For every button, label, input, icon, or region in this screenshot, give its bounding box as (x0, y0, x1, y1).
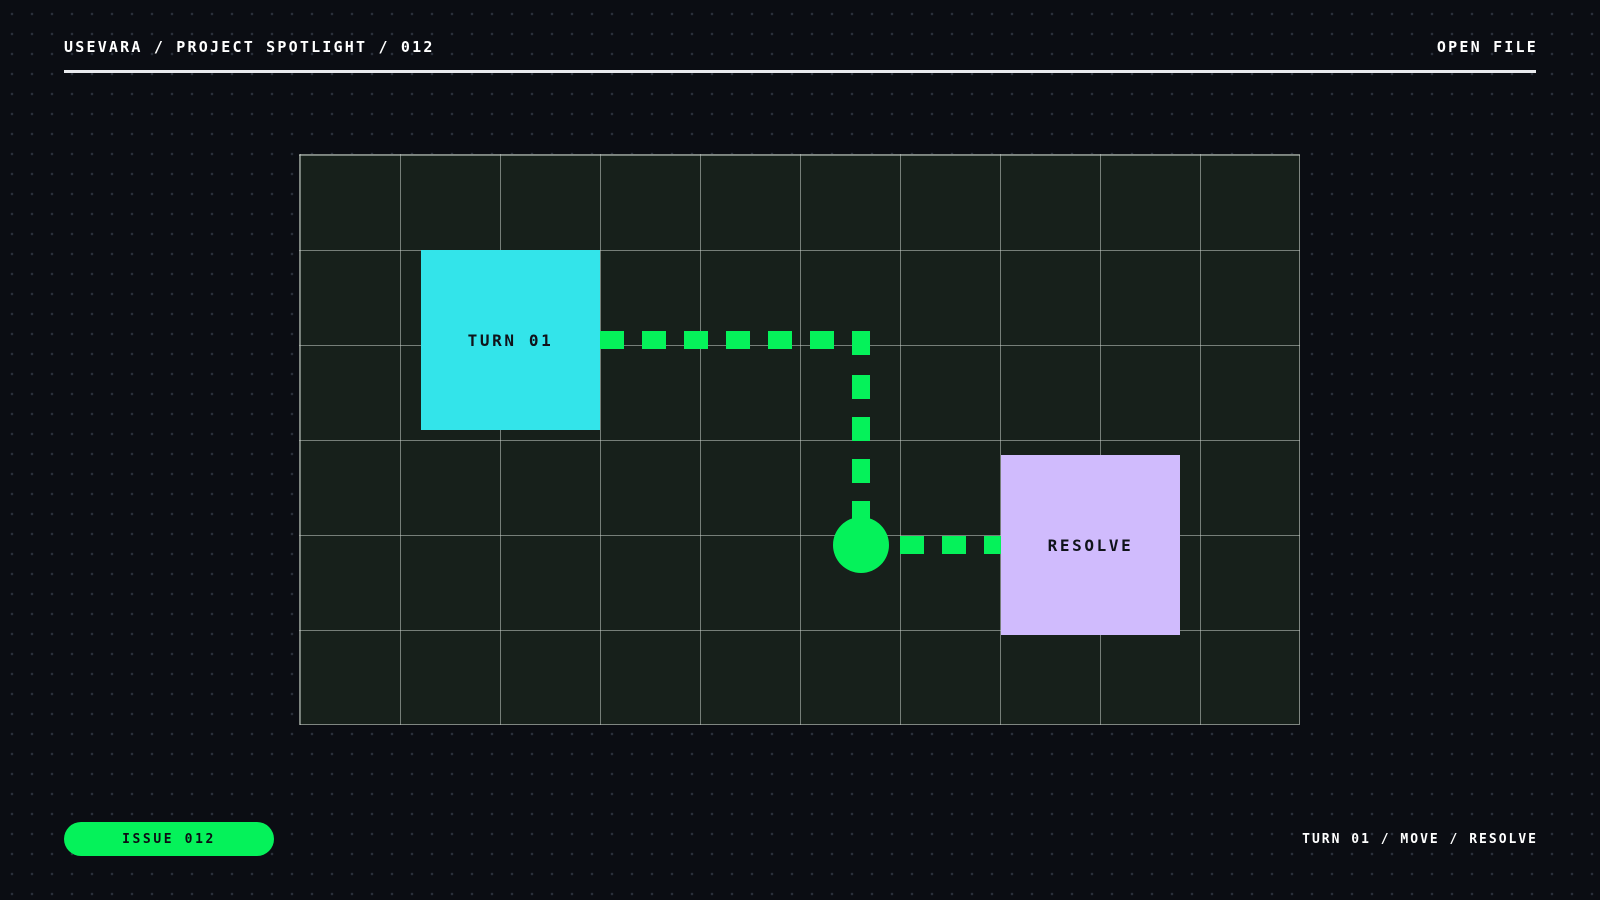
sequence-caption: TURN 01 / MOVE / RESOLVE (1302, 832, 1538, 847)
header-divider (64, 70, 1536, 73)
path-dash (726, 331, 750, 349)
path-dash (810, 331, 834, 349)
issue-badge: ISSUE 012 (64, 822, 274, 856)
path-dash (852, 459, 870, 483)
issue-badge-label: ISSUE 012 (122, 831, 216, 847)
resolve-tile[interactable]: RESOLVE (1001, 455, 1180, 635)
resolve-tile-label: RESOLVE (1047, 535, 1134, 555)
path-dash (600, 331, 624, 349)
breadcrumb: USEVARA / PROJECT SPOTLIGHT / 012 (64, 38, 435, 56)
path-dash (852, 417, 870, 441)
path-dash (852, 331, 870, 355)
path-dash (684, 331, 708, 349)
path-dash (942, 536, 966, 554)
player-token (833, 517, 889, 573)
path-dash (642, 331, 666, 349)
path-dash (900, 536, 924, 554)
game-board: TURN 01 RESOLVE (299, 154, 1300, 725)
path-dash (768, 331, 792, 349)
move-path (600, 331, 1001, 573)
path-dash (852, 375, 870, 399)
open-file-link[interactable]: OPEN FILE (1437, 38, 1538, 56)
path-dash (984, 536, 1001, 554)
